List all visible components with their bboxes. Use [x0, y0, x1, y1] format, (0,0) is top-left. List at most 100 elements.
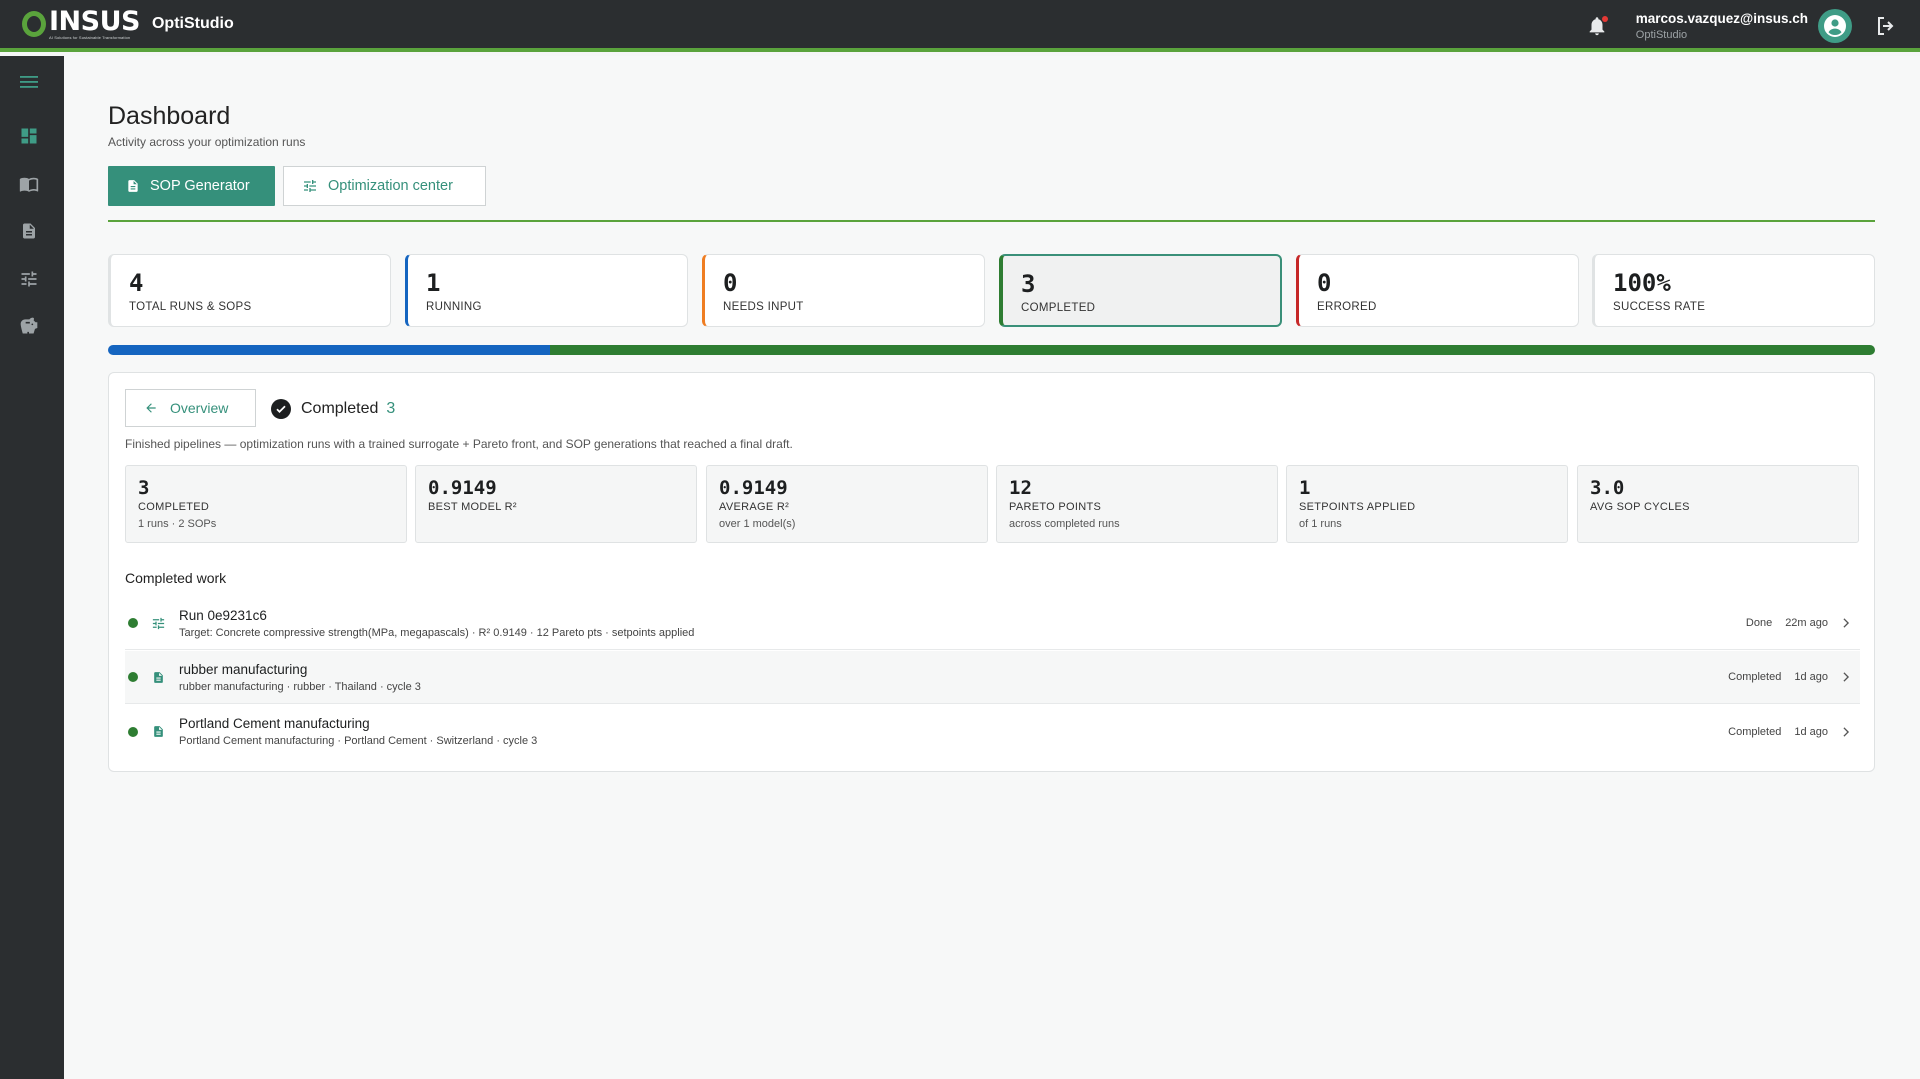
metric-label: PARETO POINTS: [1009, 501, 1102, 513]
stat-card-needs-input[interactable]: 0 NEEDS INPUT: [702, 254, 985, 327]
metric-value: 0.9149: [428, 477, 497, 499]
chevron-right-icon: [1843, 618, 1850, 628]
completed-work-row[interactable]: rubber manufacturing rubber manufacturin…: [125, 651, 1860, 704]
metric-value: 12: [1009, 477, 1032, 499]
notifications-bell-icon[interactable]: [1586, 15, 1608, 37]
completed-count: 3: [386, 400, 396, 417]
stat-value: 1: [426, 269, 441, 297]
metric-label: AVERAGE R²: [719, 501, 790, 513]
progress-running-segment: [108, 345, 550, 355]
stat-value: 4: [129, 269, 144, 297]
stat-value: 0: [1317, 269, 1332, 297]
piggy-bank-icon[interactable]: [18, 315, 40, 337]
optimization-center-button[interactable]: Optimization center: [283, 166, 486, 206]
document-icon: [150, 669, 166, 685]
stat-label: COMPLETED: [1021, 302, 1096, 314]
document-icon[interactable]: [18, 220, 40, 242]
logo-ring-icon: [22, 11, 46, 37]
sliders-icon: [304, 180, 316, 192]
top-bar: INSUS AI Solutions for Sustainable Trans…: [0, 0, 1920, 52]
metric-label: AVG SOP CYCLES: [1590, 501, 1690, 513]
metric-label: COMPLETED: [138, 501, 210, 513]
row-description: Portland Cement manufacturing · Portland…: [179, 735, 538, 747]
document-icon: [150, 724, 166, 740]
row-age: 1d ago: [1794, 671, 1828, 683]
insus-logo[interactable]: INSUS AI Solutions for Sustainable Trans…: [22, 5, 140, 40]
completed-work-row[interactable]: Portland Cement manufacturing Portland C…: [125, 705, 1860, 758]
row-status: Completed: [1728, 671, 1782, 683]
row-title: rubber manufacturing: [179, 661, 308, 677]
document-icon: [128, 180, 138, 192]
user-info[interactable]: marcos.vazquez@insus.ch OptiStudio: [1636, 11, 1808, 41]
row-title: Run 0e9231c6: [179, 607, 267, 623]
notification-dot: [1601, 16, 1608, 22]
status-dot: [128, 618, 138, 628]
stat-label: SUCCESS RATE: [1613, 301, 1706, 313]
status-progress-bar: [108, 345, 1875, 355]
stat-card-total[interactable]: 4 TOTAL RUNS & SOPS: [108, 254, 391, 327]
row-status: Completed: [1728, 725, 1782, 738]
sop-generator-label: SOP Generator: [150, 178, 250, 194]
menu-icon[interactable]: [18, 71, 40, 93]
stat-card-running[interactable]: 1 RUNNING: [405, 254, 688, 327]
panel-description: Finished pipelines — optimization runs w…: [125, 437, 793, 451]
stat-label: TOTAL RUNS & SOPS: [129, 301, 252, 313]
metric-sub: over 1 model(s): [719, 518, 796, 530]
dashboard-icon[interactable]: [18, 125, 40, 147]
sop-generator-button[interactable]: SOP Generator: [108, 166, 275, 206]
app-name: OptiStudio: [151, 15, 234, 32]
logout-icon[interactable]: [1874, 14, 1898, 38]
stat-label: ERRORED: [1317, 301, 1377, 313]
metric-value: 1: [1299, 477, 1311, 499]
row-description: Target: Concrete compressive strength(MP…: [179, 626, 695, 639]
metric-value: 3: [138, 477, 150, 499]
status-dot: [128, 726, 138, 737]
row-age: 22m ago: [1785, 617, 1828, 629]
metric-card-best-r2: 0.9149 BEST MODEL R²: [415, 465, 697, 543]
metric-label: SETPOINTS APPLIED: [1299, 501, 1416, 513]
metric-value: 0.9149: [719, 477, 788, 499]
metric-card-avg-sop-cycles: 3.0 AVG SOP CYCLES: [1577, 465, 1859, 543]
completed-work-title: Completed work: [125, 570, 227, 586]
completed-work-row[interactable]: Run 0e9231c6 Target: Concrete compressiv…: [125, 597, 1860, 650]
user-app-name: OptiStudio: [1635, 29, 1688, 41]
row-age: 1d ago: [1794, 725, 1828, 738]
sidebar: [0, 56, 64, 1079]
page-subtitle: Activity across your optimization runs: [108, 135, 306, 149]
progress-completed-segment: [549, 345, 1875, 355]
overview-back-button[interactable]: Overview: [125, 389, 256, 427]
stat-value: 0: [723, 269, 738, 297]
book-icon[interactable]: [18, 173, 40, 195]
arrow-left-icon: [146, 403, 156, 413]
chevron-right-icon: [1843, 672, 1850, 682]
completed-heading-text: Completed: [301, 400, 379, 417]
row-description: rubber manufacturing · rubber · Thailand…: [179, 680, 421, 693]
metric-sub: across completed runs: [1009, 518, 1120, 530]
row-status: Done: [1745, 617, 1773, 629]
metric-card-pareto-points: 12 PARETO POINTS across completed runs: [996, 465, 1278, 543]
sliders-icon: [150, 615, 166, 631]
check-circle-icon: [271, 399, 291, 419]
stat-label: RUNNING: [426, 301, 482, 313]
metric-sub: of 1 runs: [1299, 518, 1342, 530]
completed-heading: Completed 3: [271, 399, 395, 419]
metric-card-average-r2: 0.9149 AVERAGE R² over 1 model(s): [706, 465, 988, 543]
chevron-right-icon: [1843, 726, 1850, 737]
metric-card-completed: 3 COMPLETED 1 runs · 2 SOPs: [125, 465, 407, 543]
metric-label: BEST MODEL R²: [428, 501, 517, 513]
stat-value: 3: [1021, 270, 1036, 298]
sliders-icon[interactable]: [18, 268, 40, 290]
optimization-center-label: Optimization center: [328, 178, 453, 194]
overview-label: Overview: [170, 400, 229, 416]
logo-tagline: AI Solutions for Sustainable Transformat…: [49, 34, 131, 40]
logo-text: INSUS: [49, 5, 140, 37]
stat-card-completed[interactable]: 3 COMPLETED: [999, 254, 1282, 327]
metric-value: 3.0: [1590, 477, 1625, 499]
stat-card-success-rate[interactable]: 100% SUCCESS RATE: [1592, 254, 1875, 327]
metric-sub: 1 runs · 2 SOPs: [138, 518, 217, 530]
stat-value: 100%: [1613, 269, 1671, 297]
completed-panel: Overview Completed 3 Finished pipelines …: [108, 372, 1875, 772]
avatar-icon[interactable]: [1818, 9, 1852, 43]
stat-label: NEEDS INPUT: [723, 301, 804, 313]
stat-card-errored[interactable]: 0 ERRORED: [1296, 254, 1579, 327]
